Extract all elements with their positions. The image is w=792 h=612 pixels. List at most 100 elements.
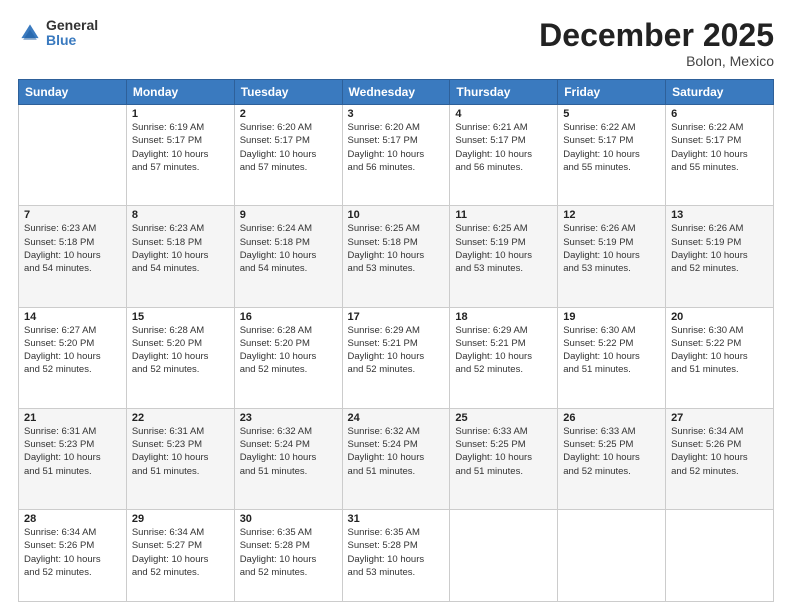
day-number: 18: [455, 311, 552, 323]
day-info: Sunrise: 6:26 AMSunset: 5:19 PMDaylight:…: [563, 222, 660, 275]
day-number: 30: [240, 513, 337, 525]
calendar-cell: 13Sunrise: 6:26 AMSunset: 5:19 PMDayligh…: [666, 206, 774, 307]
calendar-cell: 8Sunrise: 6:23 AMSunset: 5:18 PMDaylight…: [126, 206, 234, 307]
day-info: Sunrise: 6:31 AMSunset: 5:23 PMDaylight:…: [132, 425, 229, 478]
day-number: 24: [348, 412, 445, 424]
calendar-cell: 25Sunrise: 6:33 AMSunset: 5:25 PMDayligh…: [450, 408, 558, 509]
day-number: 3: [348, 108, 445, 120]
calendar-cell: 22Sunrise: 6:31 AMSunset: 5:23 PMDayligh…: [126, 408, 234, 509]
day-number: 10: [348, 209, 445, 221]
day-number: 15: [132, 311, 229, 323]
calendar-cell: 11Sunrise: 6:25 AMSunset: 5:19 PMDayligh…: [450, 206, 558, 307]
day-number: 8: [132, 209, 229, 221]
week-row-2: 7Sunrise: 6:23 AMSunset: 5:18 PMDaylight…: [19, 206, 774, 307]
calendar-cell: 23Sunrise: 6:32 AMSunset: 5:24 PMDayligh…: [234, 408, 342, 509]
logo-blue-text: Blue: [46, 33, 98, 48]
day-number: 12: [563, 209, 660, 221]
day-number: 20: [671, 311, 768, 323]
week-row-3: 14Sunrise: 6:27 AMSunset: 5:20 PMDayligh…: [19, 307, 774, 408]
day-number: 17: [348, 311, 445, 323]
logo-icon: [18, 21, 42, 45]
day-info: Sunrise: 6:34 AMSunset: 5:26 PMDaylight:…: [24, 526, 121, 579]
day-info: Sunrise: 6:32 AMSunset: 5:24 PMDaylight:…: [240, 425, 337, 478]
calendar-cell: [666, 509, 774, 601]
calendar-cell: 4Sunrise: 6:21 AMSunset: 5:17 PMDaylight…: [450, 105, 558, 206]
day-info: Sunrise: 6:35 AMSunset: 5:28 PMDaylight:…: [348, 526, 445, 579]
calendar-cell: 21Sunrise: 6:31 AMSunset: 5:23 PMDayligh…: [19, 408, 127, 509]
calendar-cell: 10Sunrise: 6:25 AMSunset: 5:18 PMDayligh…: [342, 206, 450, 307]
calendar-cell: 17Sunrise: 6:29 AMSunset: 5:21 PMDayligh…: [342, 307, 450, 408]
day-number: 19: [563, 311, 660, 323]
day-number: 2: [240, 108, 337, 120]
calendar-cell: [19, 105, 127, 206]
day-number: 29: [132, 513, 229, 525]
col-header-tuesday: Tuesday: [234, 80, 342, 105]
day-info: Sunrise: 6:25 AMSunset: 5:18 PMDaylight:…: [348, 222, 445, 275]
calendar-cell: 19Sunrise: 6:30 AMSunset: 5:22 PMDayligh…: [558, 307, 666, 408]
calendar-cell: 28Sunrise: 6:34 AMSunset: 5:26 PMDayligh…: [19, 509, 127, 601]
calendar-cell: 15Sunrise: 6:28 AMSunset: 5:20 PMDayligh…: [126, 307, 234, 408]
day-info: Sunrise: 6:29 AMSunset: 5:21 PMDaylight:…: [455, 324, 552, 377]
calendar-cell: 20Sunrise: 6:30 AMSunset: 5:22 PMDayligh…: [666, 307, 774, 408]
day-number: 27: [671, 412, 768, 424]
day-info: Sunrise: 6:22 AMSunset: 5:17 PMDaylight:…: [671, 121, 768, 174]
col-header-sunday: Sunday: [19, 80, 127, 105]
day-number: 7: [24, 209, 121, 221]
day-number: 5: [563, 108, 660, 120]
week-row-1: 1Sunrise: 6:19 AMSunset: 5:17 PMDaylight…: [19, 105, 774, 206]
logo-text: General Blue: [46, 18, 98, 49]
calendar-table: SundayMondayTuesdayWednesdayThursdayFrid…: [18, 79, 774, 602]
day-number: 23: [240, 412, 337, 424]
day-info: Sunrise: 6:19 AMSunset: 5:17 PMDaylight:…: [132, 121, 229, 174]
header: General Blue December 2025 Bolon, Mexico: [18, 18, 774, 69]
day-info: Sunrise: 6:31 AMSunset: 5:23 PMDaylight:…: [24, 425, 121, 478]
title-block: December 2025 Bolon, Mexico: [539, 18, 774, 69]
calendar-cell: 31Sunrise: 6:35 AMSunset: 5:28 PMDayligh…: [342, 509, 450, 601]
day-info: Sunrise: 6:21 AMSunset: 5:17 PMDaylight:…: [455, 121, 552, 174]
calendar-cell: 6Sunrise: 6:22 AMSunset: 5:17 PMDaylight…: [666, 105, 774, 206]
day-number: 31: [348, 513, 445, 525]
calendar-cell: 30Sunrise: 6:35 AMSunset: 5:28 PMDayligh…: [234, 509, 342, 601]
day-info: Sunrise: 6:30 AMSunset: 5:22 PMDaylight:…: [671, 324, 768, 377]
col-header-saturday: Saturday: [666, 80, 774, 105]
day-number: 6: [671, 108, 768, 120]
col-header-monday: Monday: [126, 80, 234, 105]
day-info: Sunrise: 6:25 AMSunset: 5:19 PMDaylight:…: [455, 222, 552, 275]
day-info: Sunrise: 6:28 AMSunset: 5:20 PMDaylight:…: [132, 324, 229, 377]
calendar-cell: 2Sunrise: 6:20 AMSunset: 5:17 PMDaylight…: [234, 105, 342, 206]
day-info: Sunrise: 6:33 AMSunset: 5:25 PMDaylight:…: [455, 425, 552, 478]
day-number: 16: [240, 311, 337, 323]
day-number: 1: [132, 108, 229, 120]
location: Bolon, Mexico: [539, 53, 774, 69]
calendar-cell: [450, 509, 558, 601]
logo: General Blue: [18, 18, 98, 49]
calendar-cell: 7Sunrise: 6:23 AMSunset: 5:18 PMDaylight…: [19, 206, 127, 307]
day-number: 25: [455, 412, 552, 424]
calendar-cell: [558, 509, 666, 601]
day-info: Sunrise: 6:20 AMSunset: 5:17 PMDaylight:…: [348, 121, 445, 174]
day-number: 9: [240, 209, 337, 221]
day-info: Sunrise: 6:24 AMSunset: 5:18 PMDaylight:…: [240, 222, 337, 275]
calendar-cell: 1Sunrise: 6:19 AMSunset: 5:17 PMDaylight…: [126, 105, 234, 206]
day-info: Sunrise: 6:34 AMSunset: 5:26 PMDaylight:…: [671, 425, 768, 478]
calendar-cell: 9Sunrise: 6:24 AMSunset: 5:18 PMDaylight…: [234, 206, 342, 307]
day-number: 26: [563, 412, 660, 424]
day-info: Sunrise: 6:29 AMSunset: 5:21 PMDaylight:…: [348, 324, 445, 377]
col-header-friday: Friday: [558, 80, 666, 105]
day-number: 13: [671, 209, 768, 221]
calendar-cell: 29Sunrise: 6:34 AMSunset: 5:27 PMDayligh…: [126, 509, 234, 601]
day-info: Sunrise: 6:30 AMSunset: 5:22 PMDaylight:…: [563, 324, 660, 377]
day-info: Sunrise: 6:34 AMSunset: 5:27 PMDaylight:…: [132, 526, 229, 579]
calendar-cell: 12Sunrise: 6:26 AMSunset: 5:19 PMDayligh…: [558, 206, 666, 307]
day-number: 4: [455, 108, 552, 120]
calendar-cell: 3Sunrise: 6:20 AMSunset: 5:17 PMDaylight…: [342, 105, 450, 206]
day-info: Sunrise: 6:28 AMSunset: 5:20 PMDaylight:…: [240, 324, 337, 377]
day-info: Sunrise: 6:27 AMSunset: 5:20 PMDaylight:…: [24, 324, 121, 377]
day-info: Sunrise: 6:32 AMSunset: 5:24 PMDaylight:…: [348, 425, 445, 478]
calendar-cell: 18Sunrise: 6:29 AMSunset: 5:21 PMDayligh…: [450, 307, 558, 408]
week-row-5: 28Sunrise: 6:34 AMSunset: 5:26 PMDayligh…: [19, 509, 774, 601]
week-row-4: 21Sunrise: 6:31 AMSunset: 5:23 PMDayligh…: [19, 408, 774, 509]
calendar-cell: 5Sunrise: 6:22 AMSunset: 5:17 PMDaylight…: [558, 105, 666, 206]
day-number: 21: [24, 412, 121, 424]
day-info: Sunrise: 6:20 AMSunset: 5:17 PMDaylight:…: [240, 121, 337, 174]
